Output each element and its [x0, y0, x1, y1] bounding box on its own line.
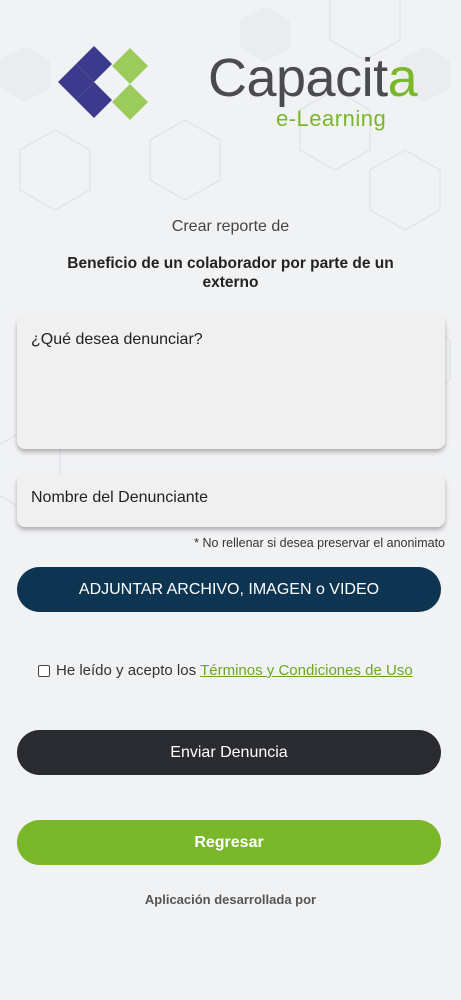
page-subtitle: Crear reporte de: [171, 218, 290, 235]
reporter-name-input[interactable]: Nombre del Denunciante: [17, 474, 445, 527]
developed-by-text: Aplicación desarrollada por: [144, 892, 317, 907]
back-button[interactable]: Regresar: [17, 820, 441, 865]
terms-checkbox[interactable]: [38, 664, 50, 677]
terms-link[interactable]: Términos y Condiciones de Uso: [200, 662, 413, 679]
complaint-placeholder: ¿Qué desea denunciar?: [31, 331, 203, 348]
logo-tagline: e-Learning: [276, 106, 387, 131]
capacita-logo: Capacita e-Learning: [58, 46, 418, 140]
anonymity-note: * No rellenar si desea preservar el anon…: [194, 536, 445, 550]
attach-file-button[interactable]: ADJUNTAR ARCHIVO, IMAGEN o VIDEO: [17, 567, 441, 612]
complaint-textarea[interactable]: ¿Qué desea denunciar?: [17, 316, 445, 449]
reporter-name-placeholder: Nombre del Denunciante: [31, 489, 208, 506]
submit-report-button[interactable]: Enviar Denuncia: [17, 730, 441, 775]
terms-text: He leído y acepto los: [56, 662, 197, 679]
report-type-title: Beneficio de un colaborador por parte de…: [67, 255, 394, 291]
logo-wordmark: Capacita: [208, 48, 418, 108]
logo-diamonds-icon: [58, 46, 148, 120]
terms-row: He leído y acepto los Términos y Condici…: [38, 662, 413, 679]
